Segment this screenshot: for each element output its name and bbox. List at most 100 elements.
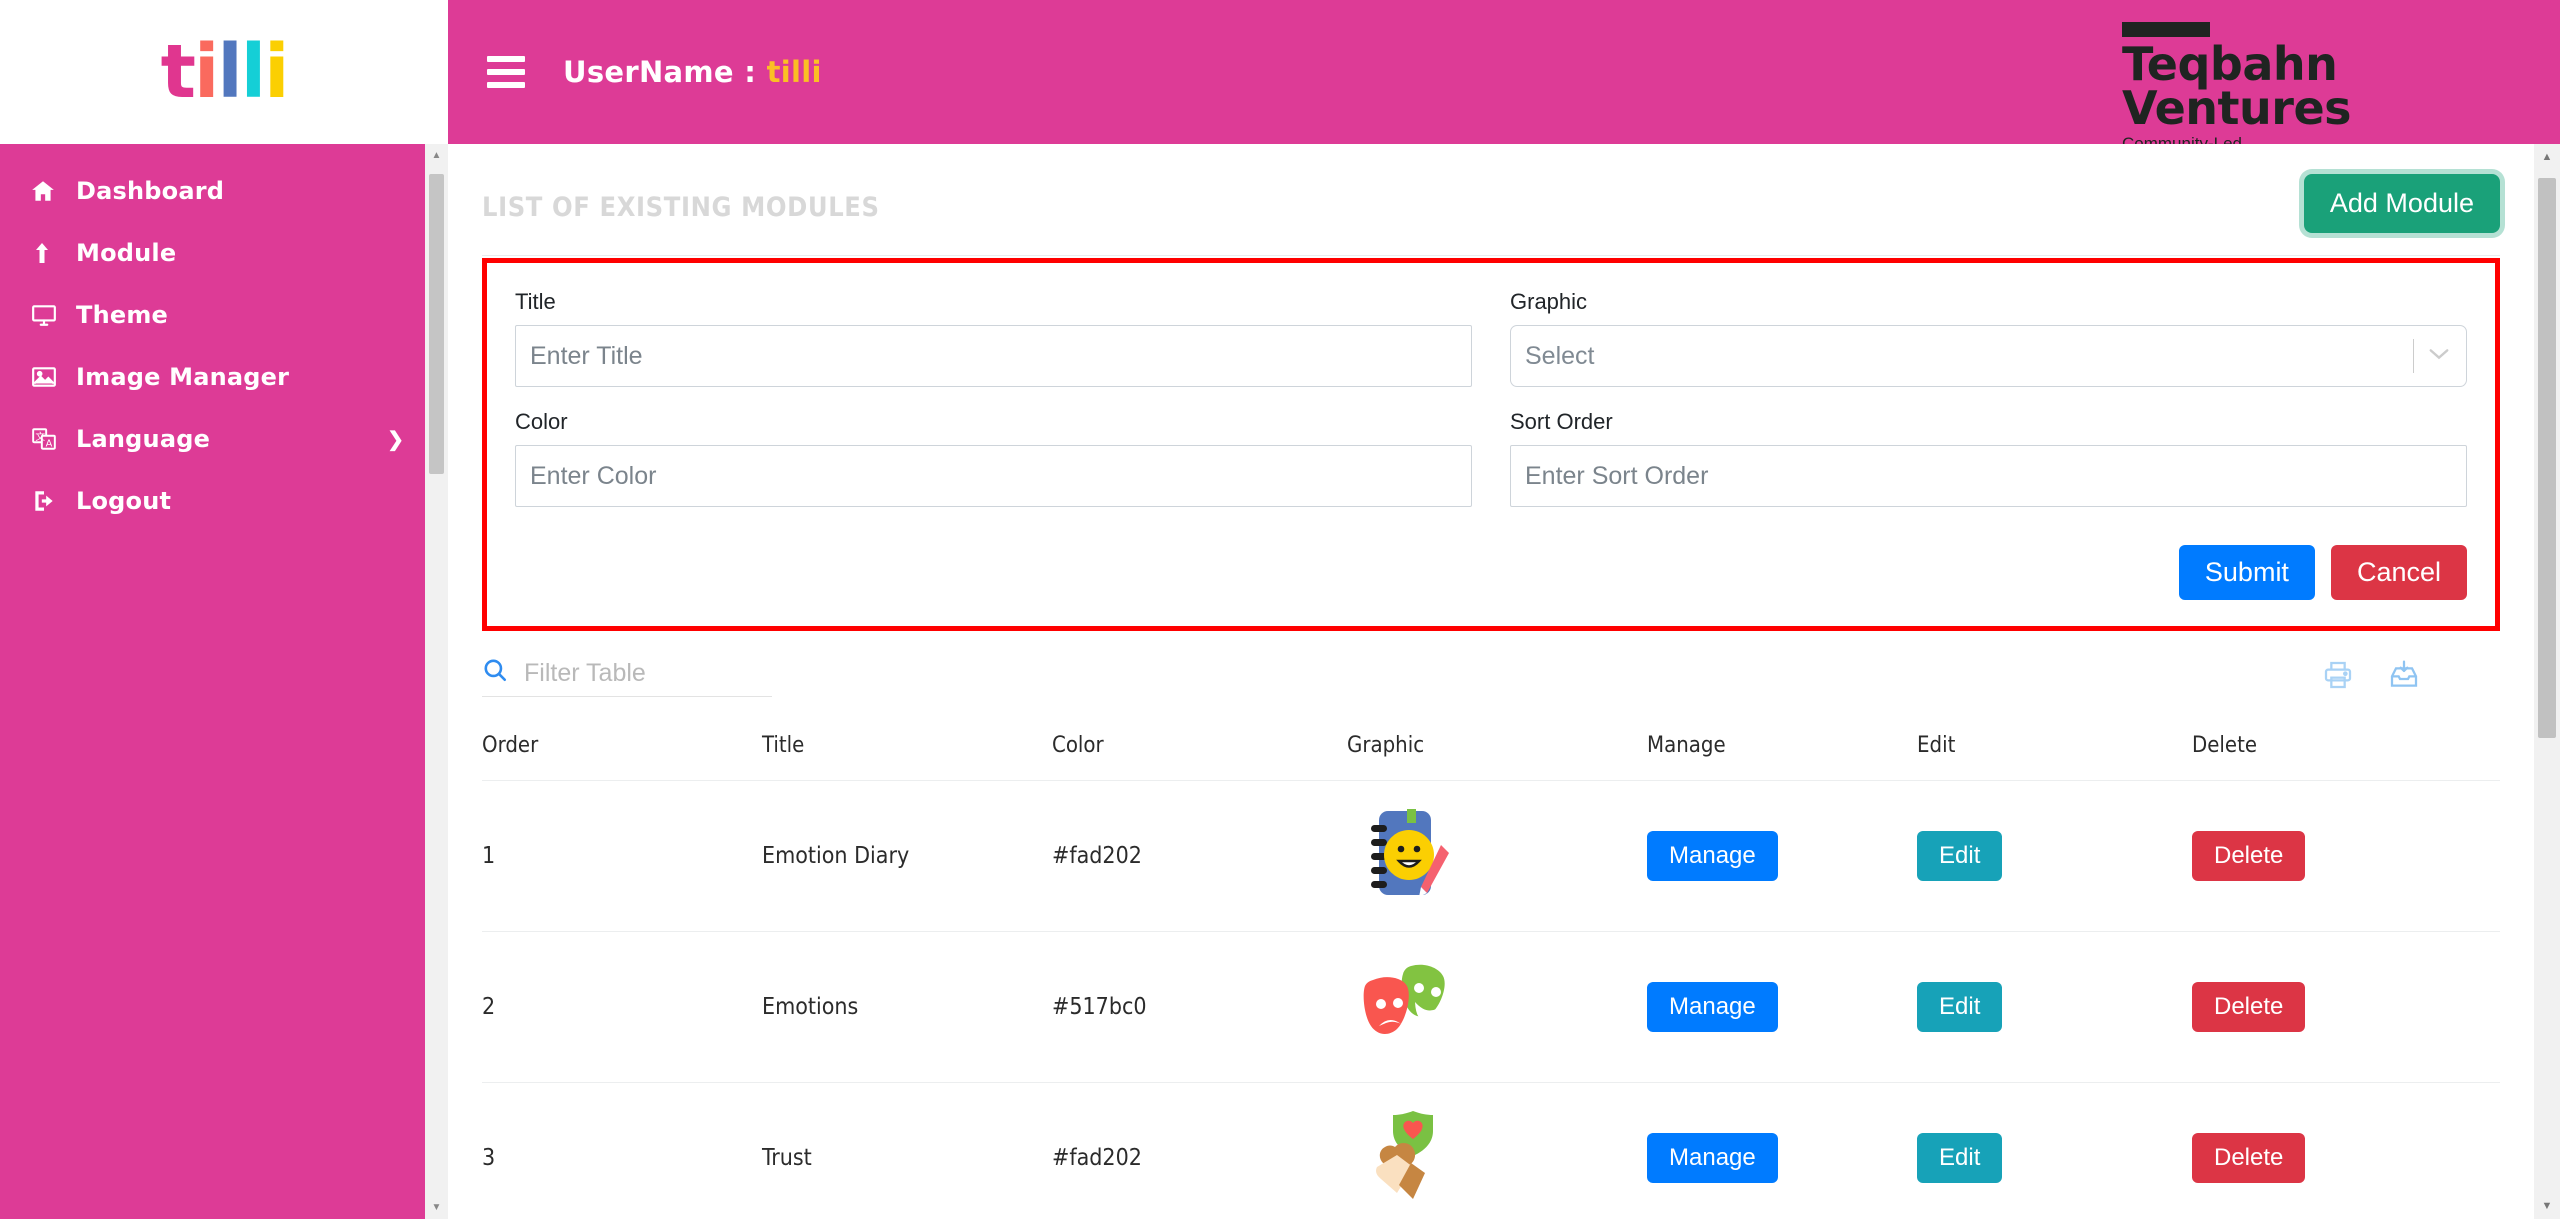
table-body: 1 Emotion Diary #fad202 Manage Edit Dele…	[482, 781, 2500, 1219]
title-input[interactable]	[515, 325, 1472, 387]
sidebar-scroll-thumb[interactable]	[429, 174, 444, 474]
cell-graphic	[1347, 781, 1647, 932]
chevron-right-icon[interactable]: ❯	[387, 427, 404, 452]
table-row: 2 Emotions #517bc0 Manage Edit Delete	[482, 932, 2500, 1083]
tilli-logo: tilli	[160, 29, 290, 115]
cell-edit: Edit	[1917, 932, 2192, 1083]
sort-order-input[interactable]	[1510, 445, 2467, 507]
page-scroll-up-icon[interactable]: ▲	[2534, 144, 2560, 170]
delete-button[interactable]: Delete	[2192, 982, 2306, 1032]
edit-button[interactable]: Edit	[1917, 1133, 2003, 1183]
table-toolbar	[482, 657, 2500, 697]
cell-order: 2	[482, 994, 496, 1020]
th-order: Order	[482, 733, 539, 758]
graphic-select[interactable]: Select	[1510, 325, 2467, 387]
color-label: Color	[515, 409, 568, 434]
export-actions	[2322, 659, 2500, 696]
page-title: LIST OF EXISTING MODULES	[482, 192, 880, 223]
cell-delete: Delete	[2192, 932, 2500, 1083]
translate-icon: 文 A	[30, 426, 76, 452]
cell-color: #fad202	[1052, 843, 1142, 869]
manage-button[interactable]: Manage	[1647, 831, 1778, 881]
cell-color: #517bc0	[1052, 994, 1147, 1020]
manage-button[interactable]: Manage	[1647, 982, 1778, 1032]
logo-letter-t: t	[160, 29, 196, 115]
app-root: tilli UserName : tilli Teqbahn Ventures …	[0, 0, 2560, 1219]
th-manage: Manage	[1647, 733, 1726, 758]
notebook-smiley-icon	[1347, 809, 1459, 909]
chevron-down-icon[interactable]	[2428, 347, 2450, 366]
filter-table-input[interactable]	[524, 659, 754, 688]
sidebar-item-logout[interactable]: Logout	[0, 470, 448, 532]
page-scroll-thumb[interactable]	[2538, 178, 2556, 738]
printer-icon[interactable]	[2322, 659, 2354, 696]
sort-order-label: Sort Order	[1510, 409, 1613, 434]
add-module-button[interactable]: Add Module	[2303, 174, 2500, 233]
sidebar-label-module: Module	[76, 239, 177, 267]
cell-manage: Manage	[1647, 781, 1917, 932]
color-input[interactable]	[515, 445, 1472, 507]
theater-masks-icon	[1347, 964, 1459, 1060]
sidebar-item-image-manager[interactable]: Image Manager	[0, 346, 448, 408]
form-grid: Title Graphic Select	[515, 289, 2467, 513]
username-value: tilli	[766, 55, 822, 89]
company-name: Teqbahn Ventures	[2122, 37, 2352, 135]
brand-bar-decoration	[2122, 22, 2210, 37]
color-field-group: Color	[515, 409, 1472, 507]
cell-title: Trust	[762, 1145, 812, 1171]
sidebar-label-theme: Theme	[76, 301, 169, 329]
submit-button[interactable]: Submit	[2178, 545, 2315, 600]
edit-button[interactable]: Edit	[1917, 982, 2003, 1032]
th-graphic: Graphic	[1347, 733, 1425, 758]
cell-delete: Delete	[2192, 781, 2500, 932]
username-display: UserName : tilli	[563, 55, 822, 89]
select-arrow-group	[2413, 326, 2466, 386]
app-logo: tilli	[0, 0, 448, 144]
sidebar-label-logout: Logout	[76, 487, 172, 515]
manage-button[interactable]: Manage	[1647, 1133, 1778, 1183]
delete-button[interactable]: Delete	[2192, 1133, 2306, 1183]
th-edit: Edit	[1917, 733, 1956, 758]
home-icon	[30, 178, 76, 204]
th-title: Title	[762, 733, 805, 758]
select-divider	[2413, 339, 2414, 373]
table-row: 3 Trust #fad202 Manage Edit Delete	[482, 1083, 2500, 1219]
sidebar-item-module[interactable]: Module	[0, 222, 448, 284]
svg-text:A: A	[46, 439, 53, 450]
handshake-shield-icon	[1347, 1111, 1459, 1211]
logo-letter-i1: i	[193, 29, 219, 115]
cell-edit: Edit	[1917, 781, 2192, 932]
logo-letter-i2: i	[264, 29, 289, 115]
table-head: Order Title Color Graphic Manage Edit De…	[482, 733, 2500, 781]
upload-icon	[30, 240, 76, 266]
delete-button[interactable]: Delete	[2192, 831, 2306, 881]
scroll-up-arrow-icon[interactable]: ▲	[425, 144, 448, 167]
sidebar-nav: Dashboard Module Theme Image Manager 文 A…	[0, 144, 448, 1219]
sign-out-icon	[30, 488, 76, 514]
page-scrollbar[interactable]: ▲ ▼	[2534, 144, 2560, 1219]
filter-group	[482, 657, 772, 697]
form-actions: Submit Cancel	[515, 545, 2467, 600]
scroll-down-arrow-icon[interactable]: ▼	[425, 1196, 448, 1219]
edit-button[interactable]: Edit	[1917, 831, 2003, 881]
cell-title: Emotion Diary	[762, 843, 910, 869]
sidebar-label-language: Language	[76, 425, 211, 453]
page-header: LIST OF EXISTING MODULES Add Module	[448, 144, 2534, 233]
title-label: Title	[515, 289, 556, 314]
logo-letter-l1: l	[217, 29, 242, 115]
sidebar-item-theme[interactable]: Theme	[0, 284, 448, 346]
download-tray-icon[interactable]	[2388, 659, 2420, 696]
cell-color: #fad202	[1052, 1145, 1142, 1171]
sidebar-item-dashboard[interactable]: Dashboard	[0, 160, 448, 222]
cancel-button[interactable]: Cancel	[2330, 545, 2467, 600]
username-label: UserName :	[563, 55, 767, 89]
cell-graphic	[1347, 1083, 1647, 1219]
sidebar-label-dashboard: Dashboard	[76, 177, 225, 205]
page-scroll-down-icon[interactable]: ▼	[2534, 1193, 2560, 1219]
sidebar-scrollbar[interactable]: ▲ ▼	[425, 144, 448, 1219]
hamburger-icon[interactable]	[487, 56, 525, 88]
graphic-label: Graphic	[1510, 289, 1588, 314]
th-color: Color	[1052, 733, 1104, 758]
sidebar-item-language[interactable]: 文 A Language ❯	[0, 408, 448, 470]
main-content: LIST OF EXISTING MODULES Add Module Titl…	[448, 144, 2534, 1219]
